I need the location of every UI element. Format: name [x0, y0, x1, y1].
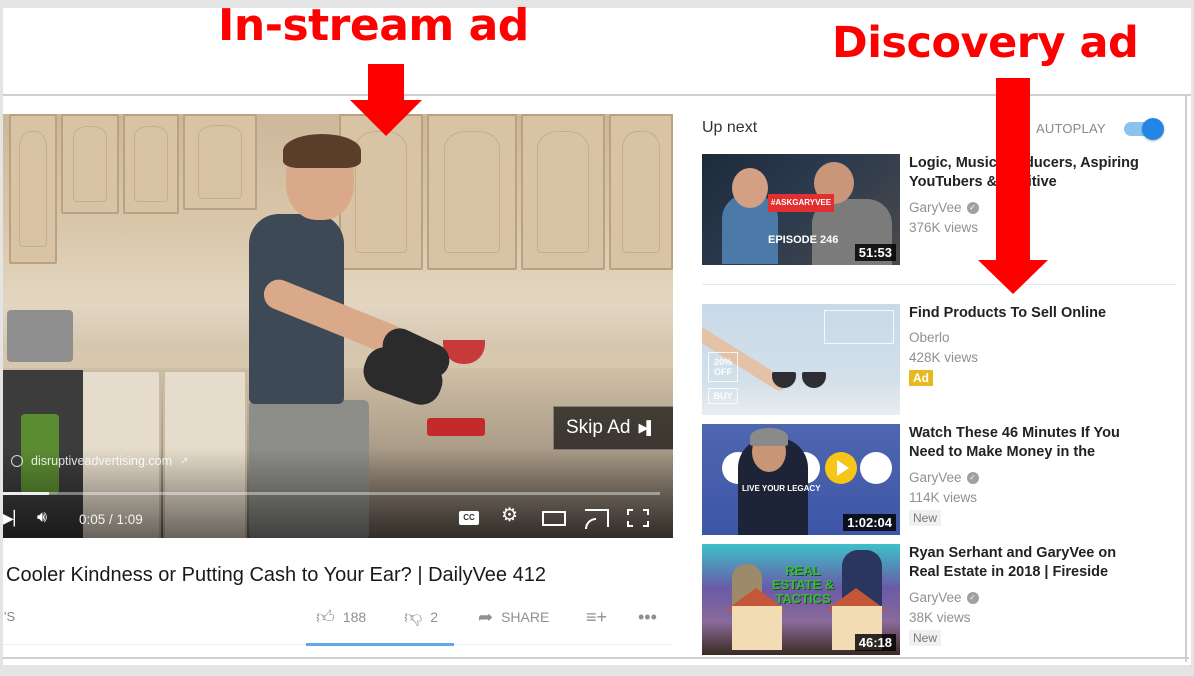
add-to-playlist-button[interactable]: ≡︎+ [586, 604, 615, 630]
recommended-video[interactable]: #ASKGARYVEE EPISODE 246 51:53 Logic, Mus… [702, 154, 1182, 266]
share-button[interactable]: ➦ SHARE [478, 604, 549, 630]
frame-border-right [1185, 94, 1187, 662]
channel-label: GaryVee [909, 470, 962, 485]
more-dots-icon: ••• [638, 606, 657, 627]
video-thumbnail[interactable]: #ASKGARYVEE EPISODE 246 51:53 [702, 154, 900, 265]
channel-name[interactable]: GaryVee ✓ [909, 590, 979, 605]
view-count: 38K views [909, 610, 971, 625]
frame-border-bottom [3, 657, 1189, 659]
playlist-add-icon: ≡︎+ [586, 606, 608, 627]
toaster-oven [7, 310, 73, 362]
channel-label: GaryVee [909, 200, 962, 215]
thumbnail-buy: BUY [708, 388, 738, 404]
kitchen-cabinet [609, 114, 673, 270]
dislike-button[interactable]: 👎︎ 2 [404, 604, 438, 630]
kitchen-cabinet [9, 114, 57, 264]
channel-label: GaryVee [909, 590, 962, 605]
theater-mode-icon[interactable] [542, 511, 566, 526]
ad-badge: Ad [909, 370, 933, 386]
verified-check-icon: ✓ [966, 591, 979, 604]
ad-url-link[interactable]: disruptiveadvertising.com ↗ [11, 454, 188, 468]
verified-check-icon: ✓ [966, 471, 979, 484]
skip-ad-button[interactable]: Skip Ad ▶▌ [553, 406, 673, 450]
more-actions-button[interactable]: ••• [638, 604, 665, 630]
person-hair [283, 134, 361, 168]
video-player[interactable]: disruptiveadvertising.com ↗ Skip Ad ▶▌ ▶… [3, 114, 673, 538]
settings-gear-icon[interactable]: ⚙︎ [501, 506, 518, 526]
volume-icon[interactable]: 🔊︎ [37, 508, 47, 528]
like-button[interactable]: 👍︎ 188 [316, 604, 366, 630]
red-pot-holder [427, 418, 485, 436]
kitchen-cabinet [183, 114, 257, 210]
info-icon[interactable] [11, 455, 23, 467]
channel-label: Oberlo [909, 330, 950, 345]
captions-icon[interactable]: CC [459, 511, 479, 525]
recommended-video[interactable]: REAL ESTATE & TACTICS 46:18 Ryan Serhant… [702, 544, 1182, 656]
video-thumbnail[interactable]: LIVE YOUR LEGACY 1:02:04 [702, 424, 900, 535]
skip-ad-label: Skip Ad [566, 417, 631, 438]
channel-name[interactable]: GaryVee ✓ [909, 470, 979, 485]
video-duration: 46:18 [854, 634, 896, 651]
progress-bar[interactable] [3, 492, 660, 495]
view-count-fragment: 'S [4, 609, 16, 624]
share-arrow-icon: ➦ [478, 606, 494, 627]
toggle-knob [1142, 118, 1164, 140]
thumbnail-subtext: EPISODE 246 [768, 234, 839, 246]
video-title: Cooler Kindness or Putting Cash to Your … [6, 564, 546, 586]
thumbnail-text: REAL ESTATE & TACTICS [771, 563, 835, 606]
view-count: 428K views [909, 350, 979, 365]
kitchen-cabinet [521, 114, 605, 270]
verified-check-icon: ✓ [966, 201, 979, 214]
autoplay-toggle[interactable] [1122, 118, 1166, 140]
thumbnail-text: LIVE YOUR LEGACY [742, 484, 821, 493]
discovery-ad-item[interactable]: 20% OFF BUY Find Products To Sell Online… [702, 304, 1182, 416]
view-count: 376K views [909, 220, 979, 235]
share-label: SHARE [501, 609, 550, 625]
video-duration: 51:53 [854, 244, 896, 261]
fullscreen-icon[interactable] [627, 509, 649, 527]
like-count: 188 [342, 609, 367, 625]
recommended-video[interactable]: LIVE YOUR LEGACY 1:02:04 Watch These 46 … [702, 424, 1182, 536]
kitchen-cabinet [123, 114, 179, 214]
advertiser-name[interactable]: Oberlo [909, 330, 950, 345]
kitchen-cabinet [427, 114, 517, 270]
skip-next-icon: ▶▌ [638, 420, 655, 435]
section-divider [702, 284, 1176, 285]
thumbs-down-icon: 👎︎ [404, 607, 423, 627]
thumbnail-text: #ASKGARYVEE [768, 194, 834, 212]
discovery-ad-label: Discovery ad [832, 18, 1139, 68]
autoplay-label: AUTOPLAY [1036, 121, 1106, 136]
video-duration: 1:02:04 [843, 514, 896, 531]
time-display: 0:05 / 1:09 [79, 512, 143, 527]
video-title-link[interactable]: Watch These 46 Minutes If You Need to Ma… [909, 424, 1149, 462]
channel-name[interactable]: GaryVee ✓ [909, 200, 979, 215]
next-icon[interactable]: ▶▏ [3, 508, 25, 528]
external-link-icon: ↗ [180, 455, 189, 467]
thumbs-up-icon: 👍︎ [316, 607, 335, 627]
ad-title-link[interactable]: Find Products To Sell Online [909, 304, 1149, 323]
ad-thumbnail[interactable]: 20% OFF BUY [702, 304, 900, 415]
video-thumbnail[interactable]: REAL ESTATE & TACTICS 46:18 [702, 544, 900, 655]
ad-url-text[interactable]: disruptiveadvertising.com [31, 454, 172, 468]
dislike-count: 2 [430, 609, 439, 625]
progress-bar-fill [3, 492, 49, 495]
kitchen-cabinet [61, 114, 119, 214]
up-next-heading: Up next [702, 119, 758, 136]
new-badge: New [909, 510, 942, 526]
new-badge: New [909, 630, 942, 646]
instream-ad-label: In-stream ad [218, 0, 529, 51]
thumbnail-promo: 20% OFF [708, 352, 738, 382]
video-title-link[interactable]: Ryan Serhant and GaryVee on Real Estate … [909, 544, 1149, 582]
view-count: 114K views [909, 490, 978, 505]
sentiment-bar-fill [306, 643, 454, 646]
player-controls: ▶▏ 🔊︎ 0:05 / 1:09 CC ⚙︎ [3, 500, 673, 536]
play-icon [825, 452, 857, 484]
